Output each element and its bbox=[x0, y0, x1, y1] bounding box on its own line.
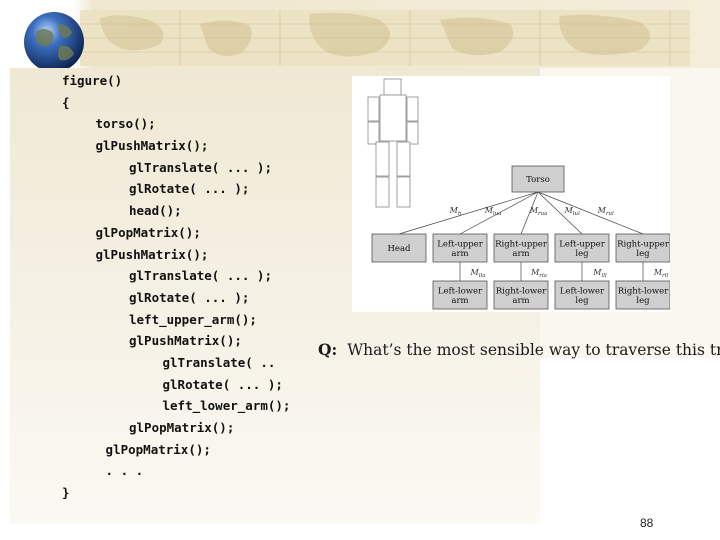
tree-node-label: leg bbox=[636, 249, 650, 259]
code-line: head(); bbox=[129, 203, 182, 219]
tree-node-label: Left-upper bbox=[559, 239, 605, 249]
tree-edge bbox=[398, 191, 539, 235]
robot-right-upper-leg-shape bbox=[396, 141, 411, 177]
tree-edge-label: Mrua bbox=[529, 206, 548, 217]
tree-node-label: Left-lower bbox=[438, 286, 483, 296]
tree-node-label: leg bbox=[575, 249, 589, 259]
hierarchy-tree: TorsoMhHeadMluaLeft-upperarmMllaLeft-low… bbox=[371, 165, 670, 310]
tree-node-label: arm bbox=[512, 249, 529, 259]
edge-matrix-subscript: h bbox=[458, 211, 462, 217]
code-line: glPopMatrix(); bbox=[129, 420, 235, 435]
tree-edge-label: Mlll bbox=[592, 268, 607, 279]
edge-matrix-subscript: rul bbox=[606, 211, 614, 217]
tree-edge-label: Mrul bbox=[597, 206, 614, 217]
tree-edge bbox=[537, 191, 644, 235]
code-line: glTranslate( ... ); bbox=[129, 159, 272, 175]
tree-node-label: Right-upper bbox=[495, 239, 548, 249]
question-body: What’s the most sensible way to traverse… bbox=[347, 341, 720, 359]
robot-torso-shape bbox=[379, 94, 407, 142]
globe-logo-icon bbox=[24, 12, 84, 72]
tree-node-label: leg bbox=[636, 296, 650, 306]
code-line: glTranslate( .. bbox=[162, 354, 276, 370]
code-line: glTranslate( ... ); bbox=[129, 268, 272, 284]
tree-node-label: Right-lower bbox=[496, 286, 547, 296]
code-line: glPopMatrix(); bbox=[95, 224, 201, 240]
question-text: Q: What’s the most sensible way to traver… bbox=[318, 340, 720, 359]
tree-edge-label: Mrll bbox=[653, 268, 669, 279]
code-line: . . . bbox=[105, 463, 144, 479]
tree-node-label: Torso bbox=[526, 175, 550, 185]
robot-head-shape bbox=[383, 78, 402, 96]
robot-left-lower-leg-shape bbox=[375, 176, 390, 208]
robot-left-lower-arm-shape bbox=[367, 121, 380, 145]
robot-figure-drawing bbox=[367, 78, 419, 208]
code-line: figure() bbox=[62, 73, 123, 88]
code-line: glPushMatrix(); bbox=[95, 138, 209, 154]
code-line: glRotate( ... ); bbox=[162, 376, 283, 392]
tree-node-label: arm bbox=[512, 296, 529, 306]
code-line: glPopMatrix(); bbox=[105, 441, 211, 457]
tree-edge-label: Mrla bbox=[530, 268, 547, 279]
robot-right-lower-arm-shape bbox=[406, 121, 419, 145]
robot-hierarchy-figure: TorsoMhHeadMluaLeft-upperarmMllaLeft-low… bbox=[352, 76, 670, 312]
edge-matrix-subscript: lul bbox=[573, 211, 580, 217]
code-line: } bbox=[62, 485, 70, 501]
code-line: glPushMatrix(); bbox=[129, 333, 242, 349]
code-line: torso(); bbox=[95, 116, 156, 132]
tree-edge-label: Mlla bbox=[469, 268, 485, 279]
tree-node-label: leg bbox=[575, 296, 589, 306]
edge-matrix-subscript: lua bbox=[493, 211, 502, 217]
tree-node-label: Left-lower bbox=[560, 286, 605, 296]
code-line: left_lower_arm(); bbox=[162, 398, 291, 414]
robot-left-upper-arm-shape bbox=[367, 96, 380, 122]
robot-right-upper-arm-shape bbox=[406, 96, 419, 122]
edge-matrix-subscript: lla bbox=[479, 273, 486, 279]
edge-matrix-subscript: rua bbox=[538, 211, 547, 217]
tree-node-label: Right-lower bbox=[618, 286, 669, 296]
robot-right-lower-leg-shape bbox=[396, 176, 411, 208]
code-line: left_upper_arm(); bbox=[129, 311, 257, 327]
world-map-decoration bbox=[80, 10, 690, 66]
code-line: glPushMatrix(); bbox=[95, 246, 209, 262]
question-label: Q: bbox=[318, 340, 338, 359]
tree-node-label: Left-upper bbox=[437, 239, 483, 249]
edge-matrix-subscript: rla bbox=[539, 273, 547, 279]
code-listing: figure() { torso(); glPushMatrix(); glTransl… bbox=[62, 70, 290, 504]
tree-node-label: arm bbox=[451, 249, 468, 259]
tree-edge-label: Mlua bbox=[484, 206, 502, 217]
code-line: glRotate( ... ); bbox=[129, 181, 250, 197]
edge-matrix-subscript: lll bbox=[601, 273, 607, 279]
tree-node-label: arm bbox=[451, 296, 468, 306]
header-banner bbox=[0, 0, 720, 68]
code-line: glRotate( ... ); bbox=[129, 289, 250, 305]
tree-node-label: Right-upper bbox=[617, 239, 670, 249]
page-number: 88 bbox=[640, 516, 654, 530]
tree-node-label: Head bbox=[388, 244, 412, 254]
robot-left-upper-leg-shape bbox=[375, 141, 390, 177]
tree-edge-label: Mh bbox=[449, 206, 462, 217]
code-line: { bbox=[62, 94, 70, 110]
edge-matrix-subscript: rll bbox=[662, 273, 668, 279]
